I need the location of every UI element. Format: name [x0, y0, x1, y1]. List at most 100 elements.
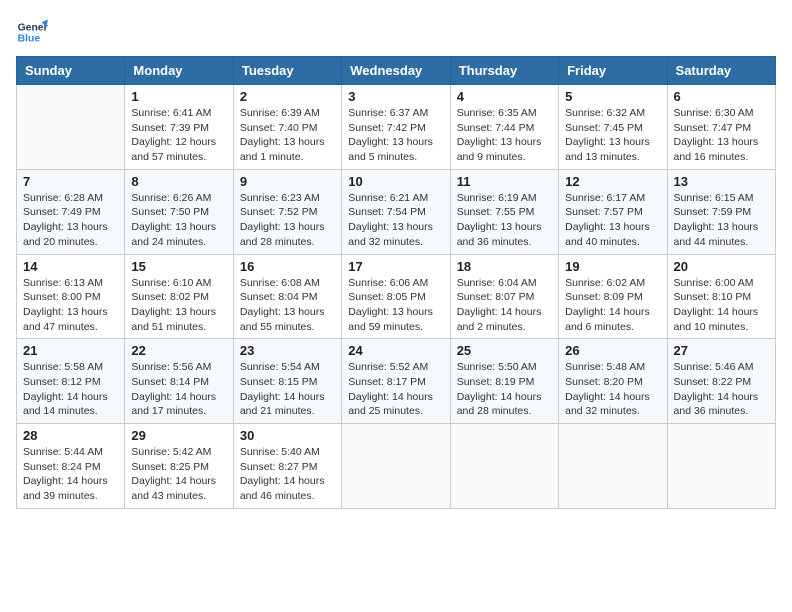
day-number: 4: [457, 89, 552, 104]
calendar-cell: [450, 424, 558, 509]
day-number: 26: [565, 343, 660, 358]
calendar-cell: 9 Sunrise: 6:23 AM Sunset: 7:52 PM Daylig…: [233, 169, 341, 254]
day-info: Sunrise: 6:10 AM Sunset: 8:02 PM Dayligh…: [131, 276, 226, 335]
calendar-cell: 23Sunrise: 5:54 AM Sunset: 8:15 PM Dayli…: [233, 339, 341, 424]
day-info: Sunrise: 6:21 AM Sunset: 7:54 PM Dayligh…: [348, 191, 443, 250]
day-info: Sunrise: 6:17 AM Sunset: 7:57 PM Dayligh…: [565, 191, 660, 250]
day-number: 16: [240, 259, 335, 274]
day-number: 18: [457, 259, 552, 274]
day-number: 2: [240, 89, 335, 104]
calendar-cell: 27 Sunrise: 5:46 AM Sunset: 8:22 PM Dayli…: [667, 339, 775, 424]
calendar-cell: 7 Sunrise: 6:28 AM Sunset: 7:49 PM Daylig…: [17, 169, 125, 254]
day-info: Sunrise: 6:26 AM Sunset: 7:50 PM Dayligh…: [131, 191, 226, 250]
calendar-cell: [342, 424, 450, 509]
day-info: Sunrise: 5:54 AM Sunset: 8:15 PM Dayligh…: [240, 360, 335, 419]
day-info: Sunrise: 6:23 AM Sunset: 7:52 PM Dayligh…: [240, 191, 335, 250]
day-info: Sunrise: 5:56 AM Sunset: 8:14 PM Dayligh…: [131, 360, 226, 419]
calendar-row: 7 Sunrise: 6:28 AM Sunset: 7:49 PM Daylig…: [17, 169, 776, 254]
calendar-cell: [667, 424, 775, 509]
calendar-row: 21 Sunrise: 5:58 AM Sunset: 8:12 PM Dayli…: [17, 339, 776, 424]
day-info: Sunrise: 5:46 AM Sunset: 8:22 PM Dayligh…: [674, 360, 769, 419]
day-number: 20: [674, 259, 769, 274]
calendar-cell: 10 Sunrise: 6:21 AM Sunset: 7:54 PM Dayli…: [342, 169, 450, 254]
day-info: Sunrise: 6:19 AM Sunset: 7:55 PM Dayligh…: [457, 191, 552, 250]
calendar-cell: 8 Sunrise: 6:26 AM Sunset: 7:50 PM Daylig…: [125, 169, 233, 254]
day-info: Sunrise: 6:37 AM Sunset: 7:42 PM Dayligh…: [348, 106, 443, 165]
day-number: 21: [23, 343, 118, 358]
day-info: Sunrise: 6:00 AM Sunset: 8:10 PM Dayligh…: [674, 276, 769, 335]
day-number: 3: [348, 89, 443, 104]
calendar-cell: 18Sunrise: 6:04 AM Sunset: 8:07 PM Dayli…: [450, 254, 558, 339]
calendar-cell: 28Sunrise: 5:44 AM Sunset: 8:24 PM Dayli…: [17, 424, 125, 509]
calendar-header: SundayMondayTuesdayWednesdayThursdayFrid…: [17, 57, 776, 85]
calendar-cell: 26 Sunrise: 5:48 AM Sunset: 8:20 PM Dayli…: [559, 339, 667, 424]
day-number: 14: [23, 259, 118, 274]
calendar-cell: 6Sunrise: 6:30 AM Sunset: 7:47 PM Daylig…: [667, 85, 775, 170]
day-info: Sunrise: 6:28 AM Sunset: 7:49 PM Dayligh…: [23, 191, 118, 250]
calendar-cell: 14 Sunrise: 6:13 AM Sunset: 8:00 PM Dayli…: [17, 254, 125, 339]
day-number: 5: [565, 89, 660, 104]
calendar-table: SundayMondayTuesdayWednesdayThursdayFrid…: [16, 56, 776, 509]
calendar-cell: 5 Sunrise: 6:32 AM Sunset: 7:45 PM Daylig…: [559, 85, 667, 170]
day-info: Sunrise: 6:41 AM Sunset: 7:39 PM Dayligh…: [131, 106, 226, 165]
calendar-cell: 24 Sunrise: 5:52 AM Sunset: 8:17 PM Dayli…: [342, 339, 450, 424]
calendar-header-row: SundayMondayTuesdayWednesdayThursdayFrid…: [17, 57, 776, 85]
day-info: Sunrise: 5:58 AM Sunset: 8:12 PM Dayligh…: [23, 360, 118, 419]
day-info: Sunrise: 5:42 AM Sunset: 8:25 PM Dayligh…: [131, 445, 226, 504]
day-info: Sunrise: 6:08 AM Sunset: 8:04 PM Dayligh…: [240, 276, 335, 335]
day-number: 12: [565, 174, 660, 189]
day-info: Sunrise: 6:02 AM Sunset: 8:09 PM Dayligh…: [565, 276, 660, 335]
logo: General Blue: [16, 16, 52, 48]
day-number: 6: [674, 89, 769, 104]
calendar-cell: 2 Sunrise: 6:39 AM Sunset: 7:40 PM Daylig…: [233, 85, 341, 170]
weekday-header: Monday: [125, 57, 233, 85]
day-number: 29: [131, 428, 226, 443]
calendar-cell: 30Sunrise: 5:40 AM Sunset: 8:27 PM Dayli…: [233, 424, 341, 509]
day-info: Sunrise: 5:52 AM Sunset: 8:17 PM Dayligh…: [348, 360, 443, 419]
calendar-cell: 12 Sunrise: 6:17 AM Sunset: 7:57 PM Dayli…: [559, 169, 667, 254]
calendar-cell: 25 Sunrise: 5:50 AM Sunset: 8:19 PM Dayli…: [450, 339, 558, 424]
day-number: 10: [348, 174, 443, 189]
day-info: Sunrise: 5:44 AM Sunset: 8:24 PM Dayligh…: [23, 445, 118, 504]
day-number: 7: [23, 174, 118, 189]
weekday-header: Tuesday: [233, 57, 341, 85]
day-number: 27: [674, 343, 769, 358]
day-info: Sunrise: 6:15 AM Sunset: 7:59 PM Dayligh…: [674, 191, 769, 250]
calendar-cell: 16 Sunrise: 6:08 AM Sunset: 8:04 PM Dayli…: [233, 254, 341, 339]
day-number: 1: [131, 89, 226, 104]
weekday-header: Wednesday: [342, 57, 450, 85]
svg-text:Blue: Blue: [18, 34, 41, 45]
day-info: Sunrise: 6:39 AM Sunset: 7:40 PM Dayligh…: [240, 106, 335, 165]
day-number: 8: [131, 174, 226, 189]
calendar-cell: 29 Sunrise: 5:42 AM Sunset: 8:25 PM Dayli…: [125, 424, 233, 509]
weekday-header: Friday: [559, 57, 667, 85]
weekday-header: Saturday: [667, 57, 775, 85]
day-info: Sunrise: 6:13 AM Sunset: 8:00 PM Dayligh…: [23, 276, 118, 335]
day-info: Sunrise: 6:06 AM Sunset: 8:05 PM Dayligh…: [348, 276, 443, 335]
day-info: Sunrise: 6:32 AM Sunset: 7:45 PM Dayligh…: [565, 106, 660, 165]
calendar-cell: 15Sunrise: 6:10 AM Sunset: 8:02 PM Dayli…: [125, 254, 233, 339]
day-number: 22: [131, 343, 226, 358]
day-number: 25: [457, 343, 552, 358]
day-number: 9: [240, 174, 335, 189]
day-info: Sunrise: 5:48 AM Sunset: 8:20 PM Dayligh…: [565, 360, 660, 419]
calendar-cell: 20 Sunrise: 6:00 AM Sunset: 8:10 PM Dayli…: [667, 254, 775, 339]
calendar-cell: [17, 85, 125, 170]
day-info: Sunrise: 5:50 AM Sunset: 8:19 PM Dayligh…: [457, 360, 552, 419]
calendar-cell: 3 Sunrise: 6:37 AM Sunset: 7:42 PM Daylig…: [342, 85, 450, 170]
calendar-cell: 21 Sunrise: 5:58 AM Sunset: 8:12 PM Dayli…: [17, 339, 125, 424]
day-number: 17: [348, 259, 443, 274]
calendar-cell: [559, 424, 667, 509]
calendar-cell: 4 Sunrise: 6:35 AM Sunset: 7:44 PM Daylig…: [450, 85, 558, 170]
weekday-header: Sunday: [17, 57, 125, 85]
day-number: 19: [565, 259, 660, 274]
day-info: Sunrise: 6:35 AM Sunset: 7:44 PM Dayligh…: [457, 106, 552, 165]
calendar-cell: 17 Sunrise: 6:06 AM Sunset: 8:05 PM Dayli…: [342, 254, 450, 339]
calendar-cell: 19 Sunrise: 6:02 AM Sunset: 8:09 PM Dayli…: [559, 254, 667, 339]
calendar-cell: 1 Sunrise: 6:41 AM Sunset: 7:39 PM Daylig…: [125, 85, 233, 170]
logo-icon: General Blue: [16, 16, 48, 48]
weekday-header: Thursday: [450, 57, 558, 85]
day-number: 24: [348, 343, 443, 358]
day-number: 13: [674, 174, 769, 189]
calendar-row: 28Sunrise: 5:44 AM Sunset: 8:24 PM Dayli…: [17, 424, 776, 509]
